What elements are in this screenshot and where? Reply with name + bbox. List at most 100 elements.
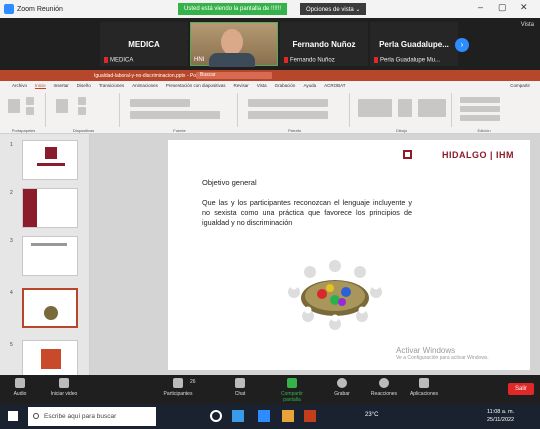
apps-button[interactable]: Aplicaciones	[406, 378, 442, 397]
reactions-icon	[379, 378, 389, 388]
active-speaker-video[interactable]: HNI	[190, 22, 278, 67]
thumbnail-image	[44, 306, 58, 320]
tab-home[interactable]: Inicio	[35, 83, 46, 89]
tab-recording[interactable]: Grabación	[275, 83, 296, 88]
thumbnail-logo	[45, 147, 57, 159]
drawing-group: Dibujo	[352, 93, 452, 133]
thumbnail-sidebar	[23, 189, 37, 227]
participant-label: Fernando Nuñoz	[284, 57, 335, 64]
search-icon	[33, 413, 39, 419]
tab-help[interactable]: Ayuda	[303, 83, 316, 88]
person-head	[221, 29, 243, 55]
tab-view[interactable]: Vista	[257, 83, 267, 88]
taskbar-search[interactable]: Escribe aquí para buscar	[28, 407, 156, 426]
window-title: Zoom Reunión	[17, 5, 63, 13]
tab-insert[interactable]: Insertar	[54, 83, 69, 88]
reactions-button[interactable]: Reacciones	[366, 378, 402, 397]
powerpoint-title-bar: Igualdad-laboral-y-no-discriminacion.ppt…	[0, 70, 540, 81]
person-body	[209, 53, 255, 67]
tab-file[interactable]: Archivo	[12, 83, 27, 88]
file-explorer-icon[interactable]	[282, 410, 294, 422]
chat-icon	[235, 378, 245, 388]
start-video-button[interactable]: Iniciar video	[46, 378, 82, 397]
list-toolbar[interactable]	[248, 99, 328, 107]
powerpoint-app-icon[interactable]	[304, 410, 316, 422]
zoom-app-icon[interactable]	[258, 410, 270, 422]
copy-icon[interactable]	[26, 107, 34, 115]
windows-start-icon[interactable]	[8, 411, 18, 421]
find-button[interactable]	[460, 97, 500, 103]
slide-thumbnail[interactable]	[22, 236, 78, 276]
quick-styles-icon[interactable]	[418, 99, 446, 117]
chat-button[interactable]: Chat	[222, 378, 258, 397]
participant-name: Fernando Nuñoz	[292, 40, 356, 49]
ribbon: Portapapeles Diapositivas Fuente Párrafo…	[0, 90, 540, 134]
new-slide-icon[interactable]	[56, 99, 68, 113]
slide-thumbnail-selected[interactable]	[22, 288, 78, 328]
font-family-select[interactable]	[130, 99, 190, 107]
minimize-icon[interactable]: –	[478, 2, 483, 12]
zoom-logo-icon	[4, 4, 14, 14]
tab-acrobat[interactable]: ACROBAT	[324, 83, 345, 88]
participants-icon	[173, 378, 183, 388]
leave-button[interactable]: Salir	[508, 383, 534, 395]
hidalgo-logo-icon	[403, 150, 412, 159]
paragraph-group: Párrafo	[240, 93, 350, 133]
windows-taskbar: Escribe aquí para buscar 23°C 11:08 a. m…	[0, 404, 540, 429]
current-slide[interactable]: HIDALGO | IHM Objetivo general Que las y…	[168, 140, 530, 370]
participant-name: MEDICA	[128, 40, 160, 49]
slide-number: 5	[10, 342, 13, 348]
record-icon	[337, 378, 347, 388]
shapes-gallery[interactable]	[358, 99, 392, 117]
share-button[interactable]: Compartir	[510, 83, 530, 88]
participant-label: MEDICA	[104, 57, 133, 64]
tab-design[interactable]: Diseño	[77, 83, 91, 88]
slide-number: 2	[10, 190, 13, 196]
weather-widget[interactable]: 23°C	[365, 412, 378, 418]
record-button[interactable]: Grabar	[324, 378, 360, 397]
cut-icon[interactable]	[26, 97, 34, 105]
thumbnail-title	[37, 163, 65, 166]
slide-thumbnail[interactable]	[22, 140, 78, 180]
slide-thumbnails-pane: 1 2 3 4 5	[0, 134, 90, 380]
font-format-toolbar[interactable]	[130, 111, 220, 119]
slide-thumbnail[interactable]	[22, 340, 78, 380]
audio-button[interactable]: Audio	[2, 378, 38, 397]
layout-icon[interactable]	[78, 97, 86, 105]
slide-editor[interactable]: HIDALGO | IHM Objetivo general Que las y…	[90, 134, 540, 375]
align-toolbar[interactable]	[248, 111, 328, 119]
tab-animations[interactable]: Animaciones	[132, 83, 158, 88]
tab-transitions[interactable]: Transiciones	[99, 83, 124, 88]
cortana-icon[interactable]	[210, 410, 222, 422]
select-button[interactable]	[460, 115, 500, 121]
participant-label: HNI	[194, 57, 205, 63]
taskbar-clock[interactable]: 11:08 a. m. 25/11/2022	[487, 408, 514, 424]
tab-review[interactable]: Revisar	[233, 83, 248, 88]
task-view-icon[interactable]	[232, 410, 244, 422]
maximize-icon[interactable]: ▢	[498, 2, 507, 13]
apps-icon	[419, 378, 429, 388]
participant-gallery: MEDICA MEDICA HNI Fernando Nuñoz Fernand…	[0, 18, 540, 70]
paste-icon[interactable]	[8, 99, 20, 113]
ribbon-tabs: Archivo Inicio Insertar Diseño Transicio…	[0, 81, 540, 90]
slide-thumbnail[interactable]	[22, 188, 78, 228]
font-group: Fuente	[122, 93, 238, 133]
arrange-icon[interactable]	[398, 99, 412, 117]
participant-label: Perla Guadalupe Mu...	[374, 57, 440, 64]
close-icon[interactable]: ✕	[520, 2, 528, 13]
participant-tile[interactable]: MEDICA MEDICA	[100, 22, 188, 66]
reset-icon[interactable]	[78, 107, 86, 115]
view-options-button[interactable]: Opciones de vista ⌄	[300, 3, 367, 15]
slide-heading: Objetivo general	[202, 178, 257, 187]
next-page-icon[interactable]: ›	[455, 38, 469, 52]
screen-share-banner: Usted está viendo la pantalla de !!!!!!	[178, 3, 288, 15]
participant-tile[interactable]: Perla Guadalupe... Perla Guadalupe Mu...	[370, 22, 458, 66]
share-screen-button[interactable]: Compartir pantalla	[272, 378, 312, 403]
side-view-button[interactable]: Vista	[521, 22, 534, 28]
participant-tile[interactable]: Fernando Nuñoz Fernando Nuñoz	[280, 22, 368, 66]
muted-mic-icon	[284, 57, 288, 64]
participant-count: 26	[190, 379, 196, 385]
search-box[interactable]: Buscar	[196, 72, 272, 79]
tab-slideshow[interactable]: Presentación con diapositivas	[166, 83, 226, 88]
replace-button[interactable]	[460, 106, 500, 112]
